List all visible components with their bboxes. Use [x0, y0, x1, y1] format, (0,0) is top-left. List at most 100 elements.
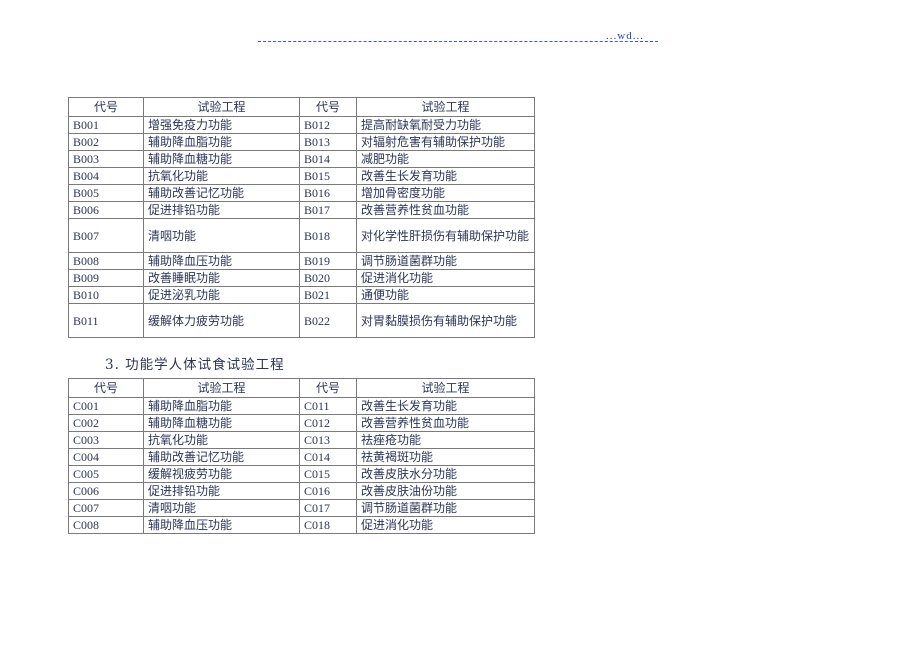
- cell-code: B020: [299, 269, 357, 287]
- cell-code: B007: [68, 218, 144, 253]
- cell-item: 改善皮肤水分功能: [356, 465, 535, 483]
- header-code-2: 代号: [299, 378, 357, 398]
- cell-item: 调节肠道菌群功能: [356, 499, 535, 517]
- cell-code: B017: [299, 201, 357, 219]
- cell-item: 清咽功能: [143, 218, 300, 253]
- header-code-1: 代号: [68, 97, 144, 117]
- cell-code: B009: [68, 269, 144, 287]
- table-row: B009 改善睡眠功能 B020 促进消化功能: [68, 269, 535, 287]
- table-header-row: 代号 试验工程 代号 试验工程: [68, 378, 535, 398]
- cell-code: C014: [299, 448, 357, 466]
- cell-code: B019: [299, 252, 357, 270]
- header-item-2: 试验工程: [356, 378, 535, 398]
- table-b-health-function-tests: 代号 试验工程 代号 试验工程 B001 增强免疫力功能 B012 提高耐缺氧耐受力功…: [68, 97, 535, 338]
- cell-item: 调节肠道菌群功能: [356, 252, 535, 270]
- cell-item: 清咽功能: [143, 499, 300, 517]
- cell-item: 辅助降血脂功能: [143, 397, 300, 415]
- cell-code: C004: [68, 448, 144, 466]
- table-row: C007 清咽功能 C017 调节肠道菌群功能: [68, 499, 535, 517]
- table-row: C001 辅助降血脂功能 C011 改善生长发育功能: [68, 397, 535, 415]
- cell-code: C011: [299, 397, 357, 415]
- cell-item: 辅助降血糖功能: [143, 414, 300, 432]
- cell-item: 缓解视疲劳功能: [143, 465, 300, 483]
- header-item-1: 试验工程: [143, 378, 300, 398]
- cell-code: B001: [68, 116, 144, 134]
- cell-item: 对化学性肝损伤有辅助保护功能: [356, 218, 535, 253]
- cell-item: 促进排铅功能: [143, 201, 300, 219]
- table-row: B008 辅助降血压功能 B019 调节肠道菌群功能: [68, 252, 535, 270]
- table-row: B005 辅助改善记忆功能 B016 增加骨密度功能: [68, 184, 535, 202]
- table-row: B011 缓解体力疲劳功能 B022 对胃黏膜损伤有辅助保护功能: [68, 303, 535, 338]
- cell-code: B004: [68, 167, 144, 185]
- cell-code: C001: [68, 397, 144, 415]
- cell-item: 通便功能: [356, 286, 535, 304]
- header-item-1: 试验工程: [143, 97, 300, 117]
- cell-item: 缓解体力疲劳功能: [143, 303, 300, 338]
- cell-item: 祛痤疮功能: [356, 431, 535, 449]
- cell-item: 增加骨密度功能: [356, 184, 535, 202]
- cell-item: 提高耐缺氧耐受力功能: [356, 116, 535, 134]
- cell-code: B008: [68, 252, 144, 270]
- header-mark: ...wd...: [606, 30, 644, 42]
- cell-item: 辅助降血压功能: [143, 516, 300, 534]
- table-c-human-trial-tests: 代号 试验工程 代号 试验工程 C001 辅助降血脂功能 C011 改善生长发育功能…: [68, 378, 535, 534]
- cell-code: B005: [68, 184, 144, 202]
- cell-code: C008: [68, 516, 144, 534]
- cell-item: 抗氧化功能: [143, 431, 300, 449]
- cell-item: 抗氧化功能: [143, 167, 300, 185]
- cell-code: B018: [299, 218, 357, 253]
- cell-item: 改善生长发育功能: [356, 167, 535, 185]
- cell-code: C015: [299, 465, 357, 483]
- table-row: B006 促进排铅功能 B017 改善营养性贫血功能: [68, 201, 535, 219]
- table-row: C008 辅助降血压功能 C018 促进消化功能: [68, 516, 535, 534]
- table-row: C003 抗氧化功能 C013 祛痤疮功能: [68, 431, 535, 449]
- cell-code: B015: [299, 167, 357, 185]
- cell-code: B016: [299, 184, 357, 202]
- cell-item: 增强免疫力功能: [143, 116, 300, 134]
- header-item-2: 试验工程: [356, 97, 535, 117]
- cell-item: 改善营养性贫血功能: [356, 414, 535, 432]
- table-row: C002 辅助降血糖功能 C012 改善营养性贫血功能: [68, 414, 535, 432]
- table-row: B002 辅助降血脂功能 B013 对辐射危害有辅助保护功能: [68, 133, 535, 151]
- cell-item: 改善生长发育功能: [356, 397, 535, 415]
- cell-item: 辅助改善记忆功能: [143, 448, 300, 466]
- cell-code: C003: [68, 431, 144, 449]
- table-row: B007 清咽功能 B018 对化学性肝损伤有辅助保护功能: [68, 218, 535, 253]
- table-row: B001 增强免疫力功能 B012 提高耐缺氧耐受力功能: [68, 116, 535, 134]
- table-row: B004 抗氧化功能 B015 改善生长发育功能: [68, 167, 535, 185]
- cell-code: C005: [68, 465, 144, 483]
- cell-code: B014: [299, 150, 357, 168]
- cell-item: 促进消化功能: [356, 516, 535, 534]
- cell-item: 改善皮肤油份功能: [356, 482, 535, 500]
- cell-code: B022: [299, 303, 357, 338]
- table-row: B003 辅助降血糖功能 B014 减肥功能: [68, 150, 535, 168]
- cell-item: 减肥功能: [356, 150, 535, 168]
- header-code-1: 代号: [68, 378, 144, 398]
- cell-item: 对辐射危害有辅助保护功能: [356, 133, 535, 151]
- cell-item: 促进消化功能: [356, 269, 535, 287]
- cell-item: 促进泌乳功能: [143, 286, 300, 304]
- table-row: C004 辅助改善记忆功能 C014 祛黄褐斑功能: [68, 448, 535, 466]
- cell-code: C007: [68, 499, 144, 517]
- cell-item: 辅助降血压功能: [143, 252, 300, 270]
- cell-item: 祛黄褐斑功能: [356, 448, 535, 466]
- cell-item: 辅助降血脂功能: [143, 133, 300, 151]
- cell-item: 改善睡眠功能: [143, 269, 300, 287]
- cell-item: 对胃黏膜损伤有辅助保护功能: [356, 303, 535, 338]
- cell-code: B012: [299, 116, 357, 134]
- section-title: 3. 功能学人体试食试验工程: [105, 357, 285, 373]
- cell-code: B006: [68, 201, 144, 219]
- cell-code: B011: [68, 303, 144, 338]
- table-header-row: 代号 试验工程 代号 试验工程: [68, 97, 535, 117]
- cell-code: B021: [299, 286, 357, 304]
- cell-code: C006: [68, 482, 144, 500]
- cell-code: B002: [68, 133, 144, 151]
- cell-code: C018: [299, 516, 357, 534]
- cell-code: C017: [299, 499, 357, 517]
- header-code-2: 代号: [299, 97, 357, 117]
- cell-item: 辅助降血糖功能: [143, 150, 300, 168]
- cell-code: C016: [299, 482, 357, 500]
- cell-item: 促进排铅功能: [143, 482, 300, 500]
- cell-code: C002: [68, 414, 144, 432]
- table-row: B010 促进泌乳功能 B021 通便功能: [68, 286, 535, 304]
